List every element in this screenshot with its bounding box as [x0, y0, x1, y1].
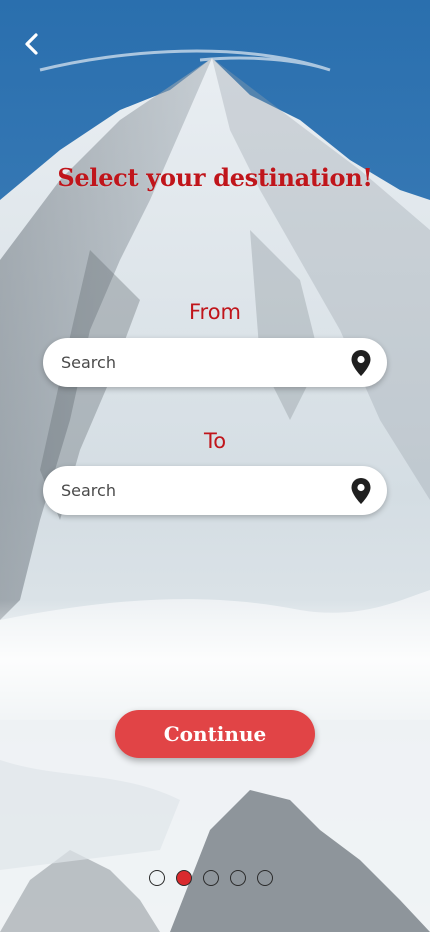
page-dot-5[interactable] — [257, 870, 273, 886]
page-dot-1[interactable] — [149, 870, 165, 886]
back-button[interactable] — [16, 28, 48, 60]
page-dot-2[interactable] — [176, 870, 192, 886]
from-search-input[interactable] — [59, 352, 333, 373]
map-pin-icon[interactable] — [350, 349, 372, 377]
page-dot-4[interactable] — [230, 870, 246, 886]
from-label: From — [188, 300, 242, 324]
map-pin-icon[interactable] — [350, 477, 372, 505]
continue-button[interactable]: Continue — [115, 710, 315, 758]
to-label: To — [203, 429, 227, 453]
from-search-box — [43, 338, 387, 387]
to-search-box — [43, 466, 387, 515]
pagination-dots — [149, 870, 273, 888]
page-title: Select your destination! — [57, 163, 373, 192]
to-search-input[interactable] — [59, 480, 333, 501]
page-dot-3[interactable] — [203, 870, 219, 886]
destination-screen: Select your destination! From To Continu… — [0, 0, 430, 932]
chevron-left-icon — [25, 33, 38, 55]
